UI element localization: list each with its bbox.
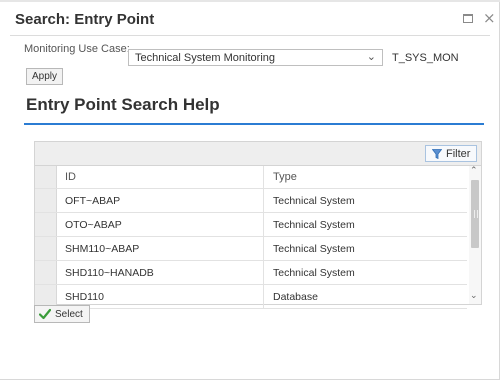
table-header-row: ID Type [35,166,467,189]
table-row[interactable]: SHM110~ABAP Technical System [35,237,467,261]
table-grid: ID Type OFT~ABAP Technical System OTO~AB… [35,166,467,309]
column-header-id[interactable]: ID [65,171,76,183]
use-case-selected-value: Technical System Monitoring [135,52,276,64]
use-case-code: T_SYS_MON [392,52,459,64]
chevron-down-icon: ⌄ [366,50,376,63]
top-border [0,0,500,2]
table-toolbar: Filter [35,142,481,166]
cell-id: SHD110 [65,291,104,303]
cell-id: SHD110~HANADB [65,267,154,279]
scroll-down-icon[interactable]: ⌄ [470,291,478,301]
section-title-underline [24,123,484,125]
checkmark-icon [39,308,51,320]
maximize-icon [463,14,473,23]
column-divider [263,189,264,212]
column-header-type[interactable]: Type [273,171,297,183]
column-divider [263,166,264,188]
close-icon: × [483,9,496,27]
table-row[interactable]: OTO~ABAP Technical System [35,213,467,237]
cell-id: OTO~ABAP [65,219,122,231]
select-all-cell[interactable] [35,166,57,188]
vertical-scrollbar[interactable]: ⌃ ⌄ [469,166,481,304]
column-divider [263,237,264,260]
cell-type: Technical System [273,267,355,279]
scrollbar-thumb[interactable] [471,180,479,248]
row-selector[interactable] [35,237,57,260]
apply-button[interactable]: Apply [26,68,63,85]
dialog-title: Search: Entry Point [15,11,155,28]
header-divider [10,35,490,36]
cell-type: Technical System [273,243,355,255]
use-case-dropdown[interactable]: Technical System Monitoring ⌄ [128,49,383,66]
close-button[interactable]: × [483,9,496,27]
cell-type: Technical System [273,219,355,231]
cell-type: Technical System [273,195,355,207]
column-divider [263,261,264,284]
table-row[interactable]: SHD110 Database [35,285,467,309]
row-selector[interactable] [35,213,57,236]
entry-point-table: Filter ID Type OFT~ABAP Technical System… [34,141,482,309]
column-divider [263,213,264,236]
grip-icon [474,210,478,218]
table-row[interactable]: OFT~ABAP Technical System [35,189,467,213]
search-entry-point-dialog: Search: Entry Point × Monitoring Use Cas… [0,0,500,380]
filter-label: Filter [446,148,471,160]
cell-type: Database [273,291,318,303]
use-case-label: Monitoring Use Case: [24,43,130,55]
cell-id: OFT~ABAP [65,195,121,207]
row-selector[interactable] [35,261,57,284]
table-row[interactable]: SHD110~HANADB Technical System [35,261,467,285]
row-selector[interactable] [35,189,57,212]
select-button[interactable]: Select [34,305,90,323]
section-title: Entry Point Search Help [26,95,220,114]
maximize-button[interactable] [463,13,475,25]
select-label: Select [55,309,83,320]
cell-id: SHM110~ABAP [65,243,140,255]
scroll-up-icon[interactable]: ⌃ [470,166,478,176]
column-divider [263,285,264,308]
filter-icon [432,149,442,159]
filter-button[interactable]: Filter [425,145,477,162]
